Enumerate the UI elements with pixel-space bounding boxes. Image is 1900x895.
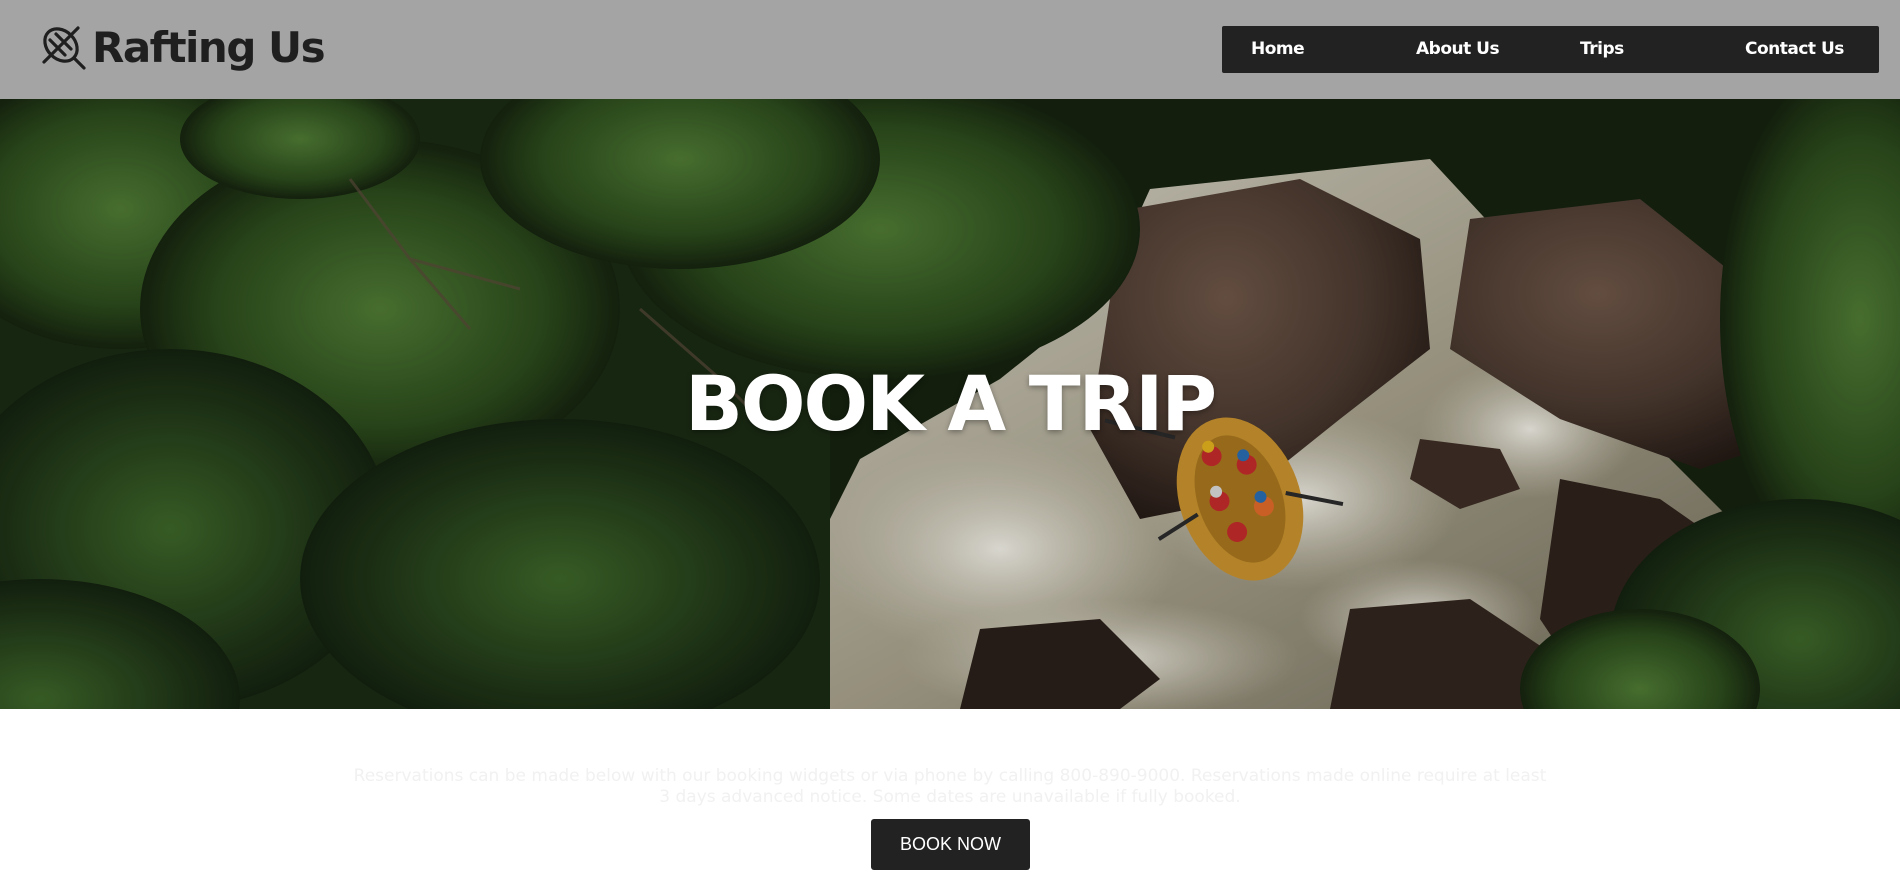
- raft-paddle-icon: [42, 26, 86, 70]
- hero-banner: BOOK A TRIP: [0, 99, 1900, 709]
- nav-home-link[interactable]: Home: [1251, 26, 1305, 73]
- site-header: Rafting Us Home About Us Trips Contact U…: [0, 0, 1900, 99]
- reservation-info-text: Reservations can be made below with our …: [353, 766, 1547, 807]
- nav-about-link[interactable]: About Us: [1416, 26, 1500, 73]
- hero-title: BOOK A TRIP: [684, 359, 1217, 448]
- book-now-button[interactable]: BOOK NOW: [871, 819, 1030, 870]
- main-nav: Home About Us Trips Contact Us: [1222, 26, 1879, 73]
- nav-trips-link[interactable]: Trips: [1580, 26, 1624, 73]
- brand-logo[interactable]: Rafting Us: [38, 22, 326, 74]
- nav-contact-link[interactable]: Contact Us: [1745, 26, 1844, 73]
- brand-name: Rafting Us: [92, 23, 326, 72]
